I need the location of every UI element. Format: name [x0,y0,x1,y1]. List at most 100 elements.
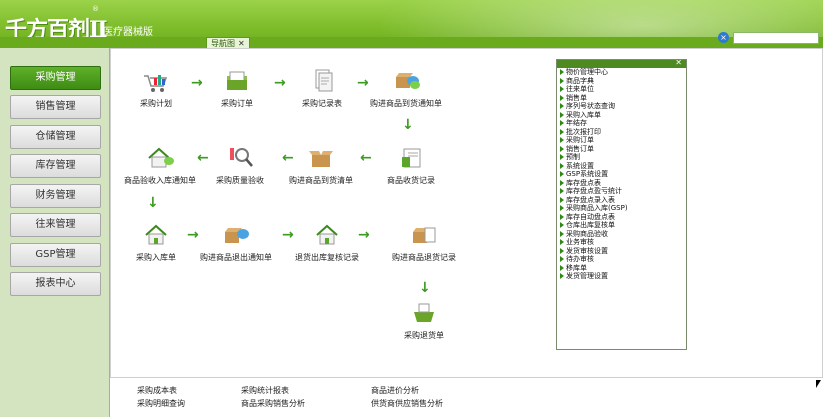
bullet-arrow-icon [560,264,564,271]
quick-menu-item-label: 系统设置 [566,161,594,170]
quick-menu-item[interactable]: 仓库出库复核单 [557,221,686,230]
search-clear-icon[interactable]: × [718,32,729,43]
quick-menu-item[interactable]: 库存盘点录入表 [557,196,686,205]
bullet-arrow-icon [560,77,564,84]
quick-menu-list: 物价管理中心 商品字典 往来单位 销售单 序列号状态查询 采购入库单 年结存 批次报打印 采购订… [557,68,686,281]
quick-menu-item[interactable]: 销售订单 [557,145,686,154]
flow-node-inspection-notice[interactable]: 商品验收入库通知单 [110,145,210,186]
quick-menu-close-icon[interactable]: ✕ [675,60,682,67]
footer-link-detail[interactable]: 采购明细查询 [137,398,185,409]
package-chat-icon [396,73,420,89]
flow-node-label: 采购入库单 [136,253,176,262]
sidebar-item-sales[interactable]: 销售管理 [10,95,101,119]
flow-node-label: 退货出库复核记录 [295,253,359,262]
quick-menu-item[interactable]: 库存盘点盈亏统计 [557,187,686,196]
quick-menu-item-label: 业务审核 [566,238,594,246]
stack-document-icon [402,148,421,168]
quick-menu-item-label: 库存自动盘点表 [566,212,615,221]
flow-node-return-notice[interactable]: 购进商品退出通知单 [186,222,286,263]
quick-menu-item[interactable]: 采购商品验收 [557,230,686,239]
quick-menu-item[interactable]: 发货审核设置 [557,247,686,256]
sidebar-item-reports[interactable]: 报表中心 [10,272,101,296]
quick-menu-item-label: 仓库出库复核单 [566,221,615,229]
bullet-arrow-icon [560,273,564,279]
flow-node-purchase-return[interactable]: 采购退货单 [374,300,474,341]
quick-menu-item[interactable]: 年结存 [557,119,686,128]
flow-node-label: 购进商品退出通知单 [200,253,272,262]
bullet-arrow-icon [560,162,564,169]
quick-menu-item[interactable]: 库存自动盘点表 [557,213,686,222]
quick-menu-item[interactable]: GSP系统设置 [557,170,686,179]
flow-node-receipt-record[interactable]: 商品收货记录 [361,145,461,186]
footer-link-sales-analysis[interactable]: 商品采购销售分析 [241,398,305,409]
tab-label: 导航图 [211,39,235,48]
footer-link-stats[interactable]: 采购统计报表 [241,385,289,396]
flow-arrow-down: ↓ [419,280,431,296]
quick-menu-item[interactable]: 商品字典 [557,77,686,86]
quick-menu-item-label: 采购商品验收 [566,229,608,238]
quick-menu-item[interactable]: 采购入库单 [557,111,686,120]
quick-menu-item[interactable]: 业务审核 [557,238,686,247]
quick-menu-item[interactable]: 往来单位 [557,85,686,94]
search-input[interactable] [733,32,819,44]
quick-menu-item-label: 物价管理中心 [566,68,608,76]
quick-menu-panel: ✕ 物价管理中心 商品字典 往来单位 销售单 序列号状态查询 采购入库单 年结存 批次报打印采… [556,59,687,350]
bullet-arrow-icon [560,222,564,228]
sidebar-item-finance[interactable]: 财务管理 [10,184,101,208]
house-icon [316,224,338,245]
flow-node-label: 采购质量验收 [216,176,264,185]
flow-node-arrival-notice[interactable]: 购进商品到货通知单 [356,68,456,109]
quick-menu-item[interactable]: 待办审核 [557,255,686,264]
bullet-arrow-icon [560,137,564,143]
flow-node-label: 商品验收入库通知单 [124,176,196,185]
quick-menu-item-label: 采购入库单 [566,110,601,119]
quick-menu-item[interactable]: 系统设置 [557,162,686,171]
sidebar-item-warehouse[interactable]: 仓储管理 [10,125,101,149]
flow-node-label: 采购订单 [221,99,253,108]
tab-close-icon[interactable]: ✕ [238,39,245,48]
flow-node-return-record[interactable]: 购进商品退货记录 [374,222,474,263]
document-icon [315,69,333,92]
footer-link-supplier-analysis[interactable]: 供货商供应销售分析 [371,398,443,409]
quick-menu-item-label: 年结存 [566,119,587,127]
flow-node-label: 采购退货单 [404,331,444,340]
bullet-arrow-icon [560,230,564,237]
flow-node-label: 采购计划 [140,99,172,108]
sidebar-item-purchase[interactable]: 采购管理 [10,66,101,90]
registered-mark: ® [92,5,99,13]
magnifier-flask-icon [230,148,253,167]
quick-menu-item[interactable]: 物价管理中心 [557,68,686,77]
bullet-arrow-icon [560,256,564,262]
sidebar-item-gsp[interactable]: GSP管理 [10,243,101,267]
quick-menu-item[interactable]: 预制 [557,153,686,162]
quick-menu-item-label: 待办审核 [566,255,594,263]
quick-menu-item-label: 库存盘点盈亏统计 [566,187,622,195]
quick-menu-item-label: 销售订单 [566,144,594,153]
quick-menu-item-label: 采购商品入库(GSP) [566,204,628,212]
bullet-arrow-icon [560,103,564,109]
sidebar-item-accounts[interactable]: 往来管理 [10,213,101,237]
quick-menu-item[interactable]: 销售单 [557,94,686,103]
bullet-arrow-icon [560,94,564,101]
quick-menu-item[interactable]: 序列号状态查询 [557,102,686,111]
quick-menu-item[interactable]: 库存盘点表 [557,179,686,188]
bullet-arrow-icon [560,179,564,186]
quick-menu-item[interactable]: 批次报打印 [557,128,686,137]
quick-menu-item[interactable]: 采购商品入库(GSP) [557,204,686,213]
house-icon [145,224,167,245]
quick-menu-item-label: 批次报打印 [566,127,601,136]
flow-node-label: 购进商品到货清单 [289,176,353,185]
footer-link-price[interactable]: 商品进价分析 [371,385,419,396]
sidebar-item-inventory[interactable]: 库存管理 [10,154,101,178]
quick-menu-item-label: 发货管理设置 [566,272,608,280]
quick-menu-item[interactable]: 发货管理设置 [557,272,686,281]
quick-menu-item-label: GSP系统设置 [566,170,609,178]
quick-menu-item[interactable]: 采购订单 [557,136,686,145]
quick-menu-header: ✕ [557,60,686,68]
bullet-arrow-icon [560,69,564,75]
quick-menu-item[interactable]: 移库单 [557,264,686,273]
app-edition: 医疗器械版 [103,27,153,38]
footer-link-cost[interactable]: 采购成本表 [137,385,177,396]
quick-menu-item-label: 序列号状态查询 [566,102,615,110]
flow-node-label: 采购记录表 [302,99,342,108]
